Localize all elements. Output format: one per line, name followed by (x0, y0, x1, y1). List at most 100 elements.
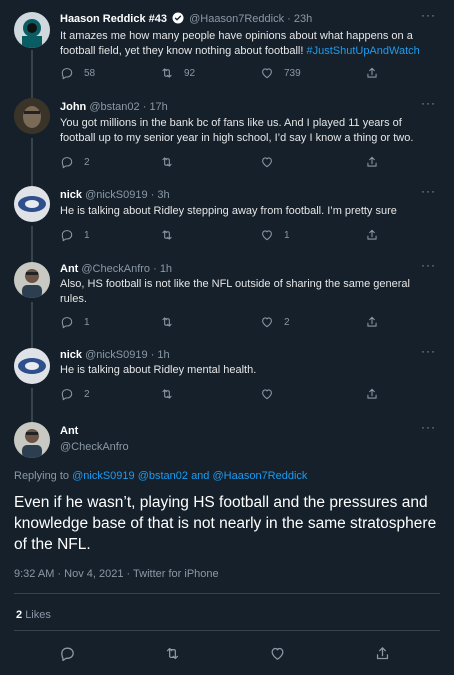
tweet-text: He is talking about Ridley mental health… (60, 364, 257, 376)
tweet-time[interactable]: · 23h (287, 13, 312, 25)
author-handle[interactable]: @Haason7Reddick (189, 13, 284, 25)
more-icon[interactable]: ··· (421, 184, 436, 198)
avatar[interactable] (14, 348, 50, 384)
more-icon[interactable]: ··· (421, 420, 436, 434)
tweet-timestamp[interactable]: 9:32 AM · Nov 4, 2021 · Twitter for iPho… (14, 568, 219, 580)
hashtag-link[interactable]: #JustShutUpAndWatch (306, 45, 419, 57)
reply-button[interactable]: 58 (60, 66, 95, 80)
author-name[interactable]: nick (60, 189, 82, 201)
thread-line (31, 388, 33, 416)
tweet-nick-2[interactable]: nick @nickS0919 · 1h ··· He is talking a… (0, 344, 454, 416)
like-icon (260, 66, 274, 80)
retweet-icon (160, 228, 174, 242)
tweet-time[interactable]: · 17h (143, 101, 168, 113)
more-icon[interactable]: ··· (421, 258, 436, 272)
tweet-actions: 1 1 (60, 228, 400, 244)
author-name[interactable]: Haason Reddick #43 (60, 13, 167, 25)
retweet-button[interactable]: 92 (160, 66, 195, 80)
tweet-actions: 1 2 (60, 315, 400, 331)
reply-count: 1 (84, 316, 90, 328)
reply-count: 2 (84, 388, 90, 400)
share-icon (365, 155, 379, 169)
author-handle[interactable]: @CheckAnfro (81, 263, 150, 275)
share-button[interactable] (365, 228, 379, 242)
likes-count: 2 (16, 609, 23, 621)
reply-button[interactable]: 2 (60, 387, 90, 401)
author-handle[interactable]: @bstan02 (89, 101, 139, 113)
retweet-button[interactable] (160, 387, 184, 401)
tweet-actions: 2 (60, 387, 400, 403)
tweet-time[interactable]: · 1h (153, 263, 172, 275)
author-handle[interactable]: @nickS0919 (85, 189, 148, 201)
like-icon (260, 155, 274, 169)
retweet-icon (160, 315, 174, 329)
reply-count: 1 (84, 229, 90, 241)
divider (14, 593, 440, 594)
tweet-text: Also, HS football is not like the NFL ou… (60, 278, 410, 305)
share-icon[interactable] (374, 645, 391, 662)
tweet-time[interactable]: · 1h (151, 349, 170, 361)
retweet-icon (160, 387, 174, 401)
tweet-text: He is talking about Ridley stepping away… (60, 205, 397, 217)
like-button[interactable] (260, 155, 284, 169)
replying-to: Replying to @nickS0919 @bstan02 and @Haa… (14, 470, 307, 482)
retweet-button[interactable] (160, 228, 184, 242)
retweet-button[interactable] (160, 155, 184, 169)
tweet-haason[interactable]: Haason Reddick #43 @Haason7Reddick · 23h… (0, 0, 454, 92)
like-button[interactable]: 2 (260, 315, 290, 329)
tweet-ant-1[interactable]: Ant @CheckAnfro · 1h ··· Also, HS footba… (0, 258, 454, 346)
reply-icon (60, 228, 74, 242)
main-actions (0, 645, 454, 663)
reply-icon (60, 155, 74, 169)
avatar[interactable] (14, 186, 50, 222)
share-icon (365, 387, 379, 401)
avatar[interactable] (14, 422, 50, 458)
avatar[interactable] (14, 262, 50, 298)
divider (14, 630, 440, 631)
like-button[interactable]: 1 (260, 228, 290, 242)
retweet-button[interactable] (160, 315, 184, 329)
tweet-actions: 58 92 739 (60, 66, 400, 82)
share-button[interactable] (365, 315, 379, 329)
author-handle[interactable]: @nickS0919 (85, 349, 148, 361)
reply-icon (60, 315, 74, 329)
like-button[interactable] (260, 387, 284, 401)
verified-icon (172, 12, 184, 24)
share-icon (365, 315, 379, 329)
avatar[interactable] (14, 98, 50, 134)
likes-stat[interactable]: 2 Likes (16, 609, 51, 621)
share-button[interactable] (365, 66, 379, 80)
like-icon (260, 315, 274, 329)
thread-line (31, 138, 33, 180)
more-icon[interactable]: ··· (421, 8, 436, 22)
author-name[interactable]: nick (60, 349, 82, 361)
reply-button[interactable]: 1 (60, 228, 90, 242)
thread-line (31, 50, 33, 92)
share-button[interactable] (365, 387, 379, 401)
author-name[interactable]: John (60, 101, 86, 113)
reply-icon (60, 387, 74, 401)
retweet-icon[interactable] (164, 645, 181, 662)
like-button[interactable]: 739 (260, 66, 301, 80)
tweet-time[interactable]: · 3h (151, 189, 170, 201)
main-tweet: Ant @CheckAnfro ··· Replying to @nickS09… (0, 416, 454, 675)
author-name[interactable]: Ant (60, 263, 78, 275)
more-icon[interactable]: ··· (421, 344, 436, 358)
avatar[interactable] (14, 12, 50, 48)
reply-icon[interactable] (59, 645, 76, 662)
share-button[interactable] (365, 155, 379, 169)
author-name[interactable]: Ant (60, 424, 424, 438)
reply-button[interactable]: 1 (60, 315, 90, 329)
replying-to-label: Replying to (14, 470, 70, 482)
thread-line (31, 226, 33, 258)
more-icon[interactable]: ··· (421, 96, 436, 110)
replying-to-users[interactable]: @nickS0919 @bstan02 and @Haason7Reddick (72, 470, 307, 482)
like-icon[interactable] (269, 645, 286, 662)
reply-button[interactable]: 2 (60, 155, 90, 169)
tweet-john[interactable]: John @bstan02 · 17h ··· You got millions… (0, 92, 454, 180)
tweet-actions: 2 (60, 155, 400, 171)
author-handle[interactable]: @CheckAnfro (60, 440, 424, 454)
tweet-nick-1[interactable]: nick @nickS0919 · 3h ··· He is talking a… (0, 180, 454, 258)
like-count: 1 (284, 229, 290, 241)
reply-count: 2 (84, 156, 90, 168)
